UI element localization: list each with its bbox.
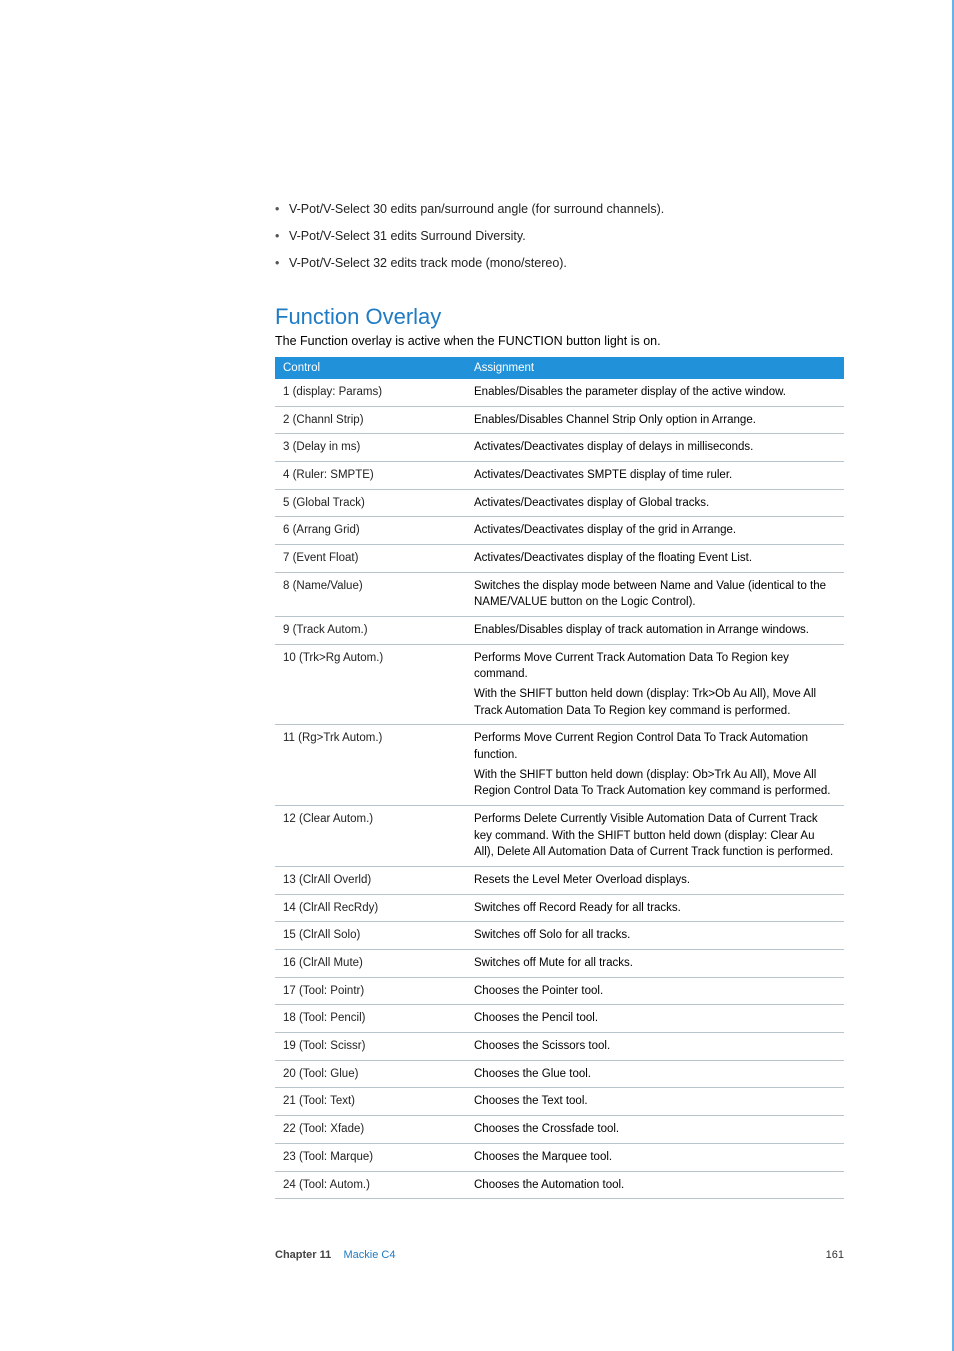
cell-control: 17 (Tool: Pointr) <box>275 977 466 1005</box>
table-row: 24 (Tool: Autom.)Chooses the Automation … <box>275 1171 844 1199</box>
table-row: 2 (Channl Strip)Enables/Disables Channel… <box>275 406 844 434</box>
cell-assignment: Activates/Deactivates display of delays … <box>466 434 844 462</box>
cell-assignment: Chooses the Text tool. <box>466 1088 844 1116</box>
cell-control: 6 (Arrang Grid) <box>275 517 466 545</box>
table-row: 13 (ClrAll Overld)Resets the Level Meter… <box>275 867 844 895</box>
cell-control: 20 (Tool: Glue) <box>275 1060 466 1088</box>
cell-assignment: Performs Move Current Track Automation D… <box>466 644 844 725</box>
table-header-control: Control <box>275 357 466 379</box>
cell-assignment: Chooses the Marquee tool. <box>466 1143 844 1171</box>
table-row: 14 (ClrAll RecRdy)Switches off Record Re… <box>275 894 844 922</box>
cell-control: 18 (Tool: Pencil) <box>275 1005 466 1033</box>
table-row: 23 (Tool: Marque)Chooses the Marquee too… <box>275 1143 844 1171</box>
cell-assignment: Switches the display mode between Name a… <box>466 572 844 616</box>
table-row: 4 (Ruler: SMPTE)Activates/Deactivates SM… <box>275 462 844 490</box>
cell-control: 12 (Clear Autom.) <box>275 806 466 867</box>
cell-assignment: Chooses the Glue tool. <box>466 1060 844 1088</box>
cell-assignment: Switches off Record Ready for all tracks… <box>466 894 844 922</box>
table-row: 18 (Tool: Pencil)Chooses the Pencil tool… <box>275 1005 844 1033</box>
table-row: 19 (Tool: Scissr)Chooses the Scissors to… <box>275 1033 844 1061</box>
table-row: 10 (Trk>Rg Autom.)Performs Move Current … <box>275 644 844 725</box>
bullet-item: V-Pot/V-Select 30 edits pan/surround ang… <box>275 200 844 219</box>
cell-assignment: Performs Move Current Region Control Dat… <box>466 725 844 806</box>
cell-control: 16 (ClrAll Mute) <box>275 950 466 978</box>
section-intro: The Function overlay is active when the … <box>275 332 844 351</box>
cell-control: 14 (ClrAll RecRdy) <box>275 894 466 922</box>
cell-control: 13 (ClrAll Overld) <box>275 867 466 895</box>
cell-assignment: Activates/Deactivates display of Global … <box>466 489 844 517</box>
cell-assignment: Enables/Disables the parameter display o… <box>466 379 844 406</box>
table-body: 1 (display: Params)Enables/Disables the … <box>275 379 844 1199</box>
cell-control: 9 (Track Autom.) <box>275 617 466 645</box>
table-row: 11 (Rg>Trk Autom.)Performs Move Current … <box>275 725 844 806</box>
cell-control: 10 (Trk>Rg Autom.) <box>275 644 466 725</box>
cell-control: 15 (ClrAll Solo) <box>275 922 466 950</box>
cell-control: 23 (Tool: Marque) <box>275 1143 466 1171</box>
cell-control: 5 (Global Track) <box>275 489 466 517</box>
cell-control: 24 (Tool: Autom.) <box>275 1171 466 1199</box>
cell-assignment: Resets the Level Meter Overload displays… <box>466 867 844 895</box>
cell-assignment: Enables/Disables Channel Strip Only opti… <box>466 406 844 434</box>
cell-assignment: Activates/Deactivates display of the flo… <box>466 545 844 573</box>
table-row: 9 (Track Autom.)Enables/Disables display… <box>275 617 844 645</box>
cell-control: 19 (Tool: Scissr) <box>275 1033 466 1061</box>
section-heading: Function Overlay <box>275 304 844 330</box>
cell-control: 4 (Ruler: SMPTE) <box>275 462 466 490</box>
assignment-table: Control Assignment 1 (display: Params)En… <box>275 357 844 1199</box>
cell-assignment: Switches off Mute for all tracks. <box>466 950 844 978</box>
footer-chapter: Chapter 11 <box>275 1249 331 1261</box>
footer-page: 161 <box>826 1249 844 1261</box>
table-row: 16 (ClrAll Mute)Switches off Mute for al… <box>275 950 844 978</box>
table-row: 6 (Arrang Grid)Activates/Deactivates dis… <box>275 517 844 545</box>
cell-control: 22 (Tool: Xfade) <box>275 1116 466 1144</box>
footer-link[interactable]: Mackie C4 <box>343 1249 395 1261</box>
cell-control: 1 (display: Params) <box>275 379 466 406</box>
page-footer: Chapter 11 Mackie C4 161 <box>275 1249 844 1261</box>
cell-assignment-sub: With the SHIFT button held down (display… <box>474 767 836 800</box>
bullet-item: V-Pot/V-Select 31 edits Surround Diversi… <box>275 227 844 246</box>
cell-assignment: Switches off Solo for all tracks. <box>466 922 844 950</box>
cell-control: 11 (Rg>Trk Autom.) <box>275 725 466 806</box>
cell-control: 3 (Delay in ms) <box>275 434 466 462</box>
cell-control: 7 (Event Float) <box>275 545 466 573</box>
bullet-list: V-Pot/V-Select 30 edits pan/surround ang… <box>275 200 844 272</box>
table-row: 12 (Clear Autom.)Performs Delete Current… <box>275 806 844 867</box>
table-row: 22 (Tool: Xfade)Chooses the Crossfade to… <box>275 1116 844 1144</box>
bullet-item: V-Pot/V-Select 32 edits track mode (mono… <box>275 254 844 273</box>
cell-control: 21 (Tool: Text) <box>275 1088 466 1116</box>
table-row: 7 (Event Float)Activates/Deactivates dis… <box>275 545 844 573</box>
table-row: 8 (Name/Value)Switches the display mode … <box>275 572 844 616</box>
cell-assignment: Performs Delete Currently Visible Automa… <box>466 806 844 867</box>
cell-assignment: Activates/Deactivates SMPTE display of t… <box>466 462 844 490</box>
table-row: 1 (display: Params)Enables/Disables the … <box>275 379 844 406</box>
table-row: 21 (Tool: Text)Chooses the Text tool. <box>275 1088 844 1116</box>
table-row: 3 (Delay in ms)Activates/Deactivates dis… <box>275 434 844 462</box>
table-row: 17 (Tool: Pointr)Chooses the Pointer too… <box>275 977 844 1005</box>
cell-control: 2 (Channl Strip) <box>275 406 466 434</box>
cell-assignment: Enables/Disables display of track automa… <box>466 617 844 645</box>
cell-assignment: Activates/Deactivates display of the gri… <box>466 517 844 545</box>
cell-assignment: Chooses the Crossfade tool. <box>466 1116 844 1144</box>
table-header-assignment: Assignment <box>466 357 844 379</box>
cell-assignment: Chooses the Automation tool. <box>466 1171 844 1199</box>
cell-assignment: Chooses the Pointer tool. <box>466 977 844 1005</box>
cell-control: 8 (Name/Value) <box>275 572 466 616</box>
cell-assignment-sub: With the SHIFT button held down (display… <box>474 686 836 719</box>
cell-assignment: Chooses the Scissors tool. <box>466 1033 844 1061</box>
cell-assignment: Chooses the Pencil tool. <box>466 1005 844 1033</box>
table-row: 5 (Global Track)Activates/Deactivates di… <box>275 489 844 517</box>
table-row: 15 (ClrAll Solo)Switches off Solo for al… <box>275 922 844 950</box>
table-row: 20 (Tool: Glue)Chooses the Glue tool. <box>275 1060 844 1088</box>
